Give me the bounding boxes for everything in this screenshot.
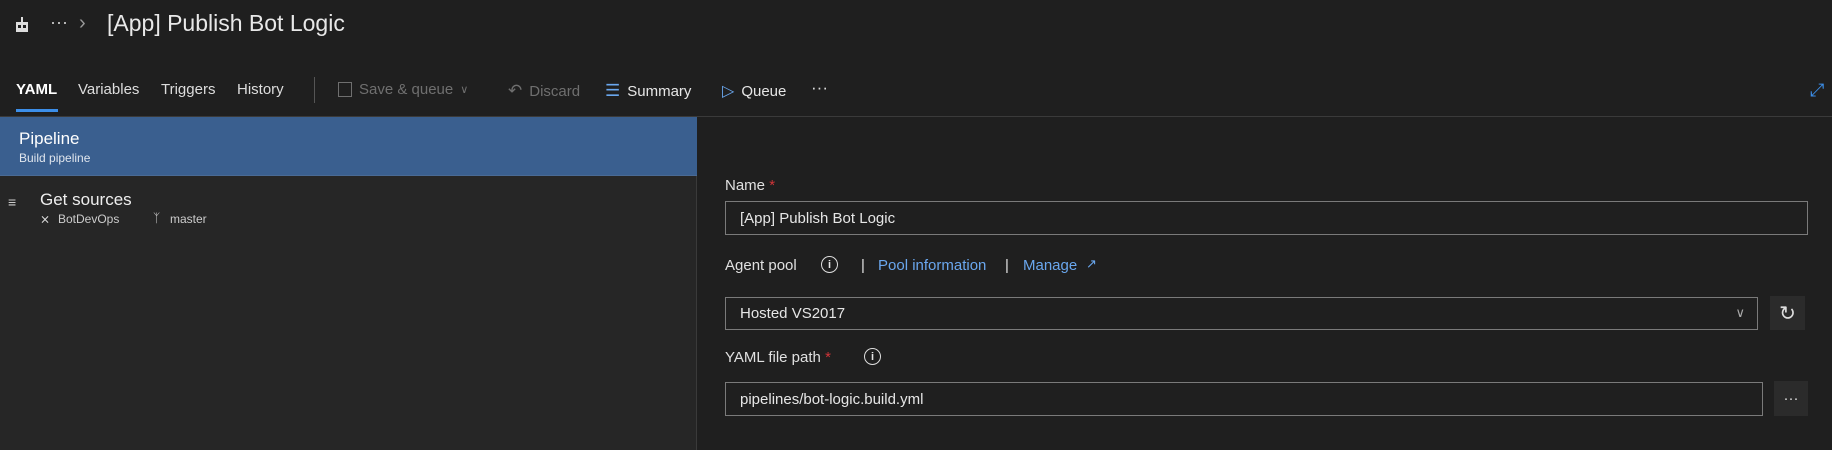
play-icon: ▷ bbox=[722, 83, 735, 100]
page-title: [App] Publish Bot Logic bbox=[107, 10, 345, 36]
get-sources-icon: ≡ bbox=[8, 194, 17, 210]
get-sources-item[interactable]: ≡ Get sources ⨯ BotDevOps ᛉ master bbox=[0, 186, 697, 232]
separator: | bbox=[1005, 257, 1009, 274]
chevron-down-icon: ∨ bbox=[1735, 305, 1745, 320]
breadcrumb-chevron-icon: › bbox=[79, 12, 86, 34]
refresh-icon: ↻ bbox=[1779, 302, 1796, 325]
undo-icon: ↶ bbox=[508, 81, 523, 100]
agent-pool-label: Agent pool bbox=[725, 257, 797, 274]
project-icon[interactable] bbox=[14, 15, 30, 33]
name-label: Name * bbox=[725, 177, 776, 194]
name-input[interactable]: [App] Publish Bot Logic bbox=[725, 201, 1808, 235]
yaml-path-input[interactable]: pipelines/bot-logic.build.yml bbox=[725, 382, 1763, 416]
agent-pool-select[interactable]: Hosted VS2017 ∨ bbox=[725, 297, 1758, 330]
tab-triggers[interactable]: Triggers bbox=[161, 81, 215, 98]
external-link-icon: ↗ bbox=[1086, 256, 1097, 271]
save-icon bbox=[338, 82, 352, 97]
info-icon[interactable]: i bbox=[864, 348, 881, 365]
manage-link[interactable]: Manage bbox=[1023, 257, 1077, 274]
info-icon[interactable]: i bbox=[821, 256, 838, 273]
pipeline-subtitle: Build pipeline bbox=[19, 151, 91, 165]
tab-history[interactable]: History bbox=[237, 81, 284, 98]
expand-icon[interactable]: ⤢ bbox=[1810, 80, 1824, 101]
branch-name: master bbox=[170, 212, 207, 226]
pipeline-item[interactable]: Pipeline Build pipeline bbox=[0, 117, 697, 176]
queue-button[interactable]: ▷ Queue bbox=[722, 81, 786, 101]
get-sources-title: Get sources bbox=[40, 190, 132, 209]
branch-icon: ᛉ bbox=[153, 211, 161, 225]
yaml-path-label: YAML file path * bbox=[725, 349, 831, 366]
discard-button[interactable]: ↶ Discard bbox=[508, 81, 580, 101]
list-icon: ☰ bbox=[605, 81, 621, 100]
more-actions-button[interactable]: ··· bbox=[811, 78, 828, 98]
pipeline-title: Pipeline bbox=[19, 129, 80, 148]
repo-icon: ⨯ bbox=[40, 212, 51, 226]
active-tab-indicator bbox=[16, 109, 58, 112]
chevron-down-icon: ∨ bbox=[460, 84, 469, 96]
summary-button[interactable]: ☰ Summary bbox=[605, 81, 691, 101]
refresh-button[interactable]: ↻ bbox=[1770, 296, 1805, 330]
pool-information-link[interactable]: Pool information bbox=[878, 257, 986, 274]
tab-variables[interactable]: Variables bbox=[78, 81, 139, 98]
save-queue-button[interactable]: Save & queue ∨ bbox=[338, 81, 468, 98]
repo-name: BotDevOps bbox=[58, 212, 120, 226]
separator: | bbox=[861, 257, 865, 274]
toolbar-divider bbox=[314, 77, 315, 103]
tab-yaml[interactable]: YAML bbox=[16, 81, 57, 98]
breadcrumb-more[interactable]: ··· bbox=[50, 12, 68, 33]
browse-button[interactable]: ··· bbox=[1774, 381, 1808, 416]
